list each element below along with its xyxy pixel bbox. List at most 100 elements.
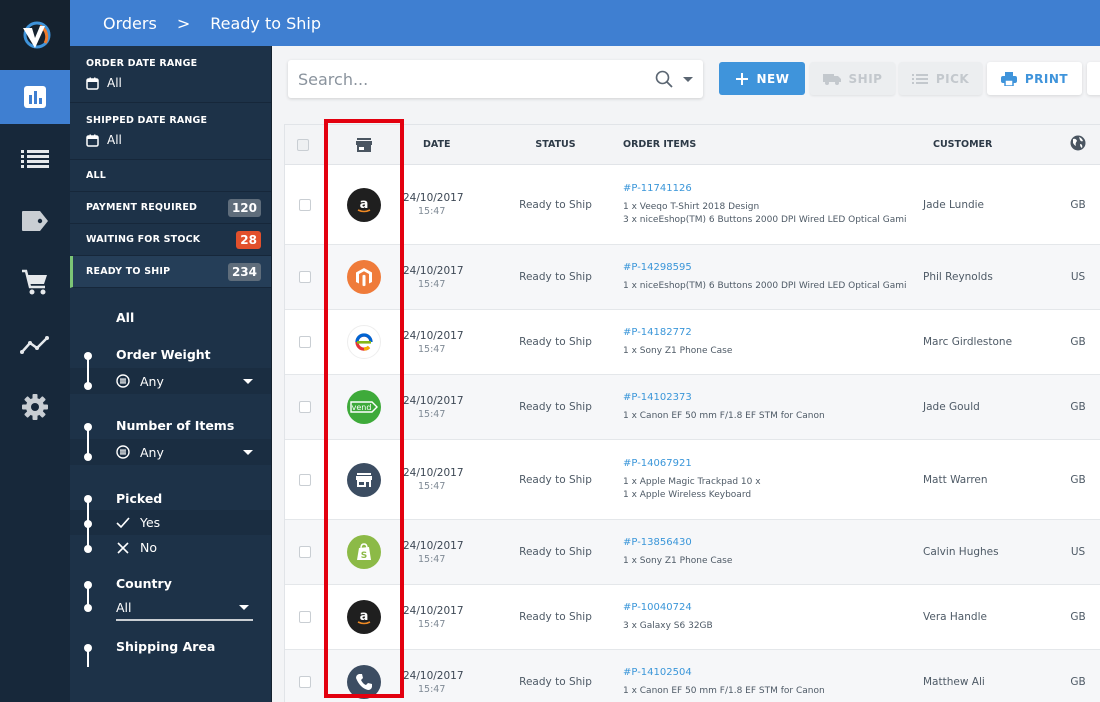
- country-code: GB: [1070, 611, 1086, 623]
- rail-products[interactable]: [0, 190, 70, 252]
- icon-rail: [0, 0, 70, 702]
- customer-name[interactable]: Vera Handle: [923, 611, 1063, 623]
- number-of-items-select[interactable]: Any: [70, 439, 271, 465]
- order-item-line: 1 x Canon EF 50 mm F/1.8 EF STM for Cano…: [623, 410, 825, 421]
- status-filter-payment-required[interactable]: PAYMENT REQUIRED 120: [70, 192, 271, 224]
- order-id-link[interactable]: #P-11741126: [623, 183, 923, 194]
- customer-column-header[interactable]: CUSTOMER: [923, 139, 1063, 150]
- rail-reports[interactable]: [0, 314, 70, 376]
- status-column-header[interactable]: STATUS: [498, 139, 613, 150]
- item-list: 1 x niceEshop(TM) 6 Buttons 2000 DPI Wir…: [623, 280, 923, 293]
- count-badge: 234: [227, 262, 261, 281]
- customer-name[interactable]: Jade Lundie: [923, 199, 1063, 211]
- customer-name[interactable]: Marc Girdlestone: [923, 336, 1063, 348]
- table-row[interactable]: vend 24/10/2017 15:47 Ready to Ship #P-1…: [285, 375, 1100, 440]
- order-id-link[interactable]: #P-14298595: [623, 262, 923, 273]
- row-checkbox[interactable]: [299, 271, 311, 283]
- order-date-range-filter[interactable]: ORDER DATE RANGE All: [70, 46, 271, 103]
- order-items-column-header[interactable]: ORDER ITEMS: [613, 139, 923, 150]
- count-badge: 28: [236, 230, 261, 249]
- count-badge: 120: [227, 198, 261, 217]
- tag-icon: [22, 211, 48, 231]
- date-column-header[interactable]: DATE: [403, 139, 498, 150]
- veeqo-logo[interactable]: [0, 0, 70, 70]
- order-items: #P-14182772 1 x Sony Z1 Phone Case: [613, 327, 923, 358]
- order-id-link[interactable]: #P-14102504: [623, 667, 923, 678]
- range-dot: [84, 382, 92, 390]
- select-all[interactable]: [285, 138, 325, 151]
- date-value: 24/10/2017: [403, 264, 464, 277]
- date-value: 24/10/2017: [403, 467, 464, 479]
- all-filter[interactable]: All: [70, 310, 271, 325]
- order-date: 24/10/2017 15:47: [403, 540, 498, 565]
- customer-name[interactable]: Matthew Ali: [923, 676, 1063, 688]
- order-date: 24/10/2017 15:47: [403, 670, 498, 695]
- svg-text:vend: vend: [352, 403, 372, 412]
- bar-chart-icon: [24, 86, 46, 108]
- shipped-date-range-filter[interactable]: SHIPPED DATE RANGE All: [70, 103, 271, 160]
- row-checkbox[interactable]: [299, 401, 311, 413]
- table-row[interactable]: 24/10/2017 15:47 Ready to Ship #P-140679…: [285, 440, 1100, 520]
- trend-line-icon: [20, 336, 49, 354]
- range-line: [87, 647, 89, 667]
- date-value: 24/10/2017: [403, 539, 464, 552]
- breadcrumb-orders[interactable]: Orders: [103, 14, 157, 33]
- phone-channel-icon: [347, 665, 381, 699]
- order-id-link[interactable]: #P-14182772: [623, 327, 923, 338]
- channel-column-header[interactable]: [325, 137, 403, 152]
- item-list: 1 x Canon EF 50 mm F/1.8 EF STM for Cano…: [623, 410, 923, 423]
- print-button-label: PRINT: [1024, 71, 1069, 86]
- order-id-link[interactable]: #P-14102373: [623, 392, 923, 403]
- row-checkbox[interactable]: [299, 336, 311, 348]
- table-row[interactable]: S 24/10/2017 15:47 Ready to Ship #P-1385…: [285, 520, 1100, 585]
- customer-name[interactable]: Calvin Hughes: [923, 546, 1063, 558]
- country-select[interactable]: All: [116, 595, 253, 621]
- rail-purchasing[interactable]: [0, 252, 70, 314]
- order-id-link[interactable]: #P-10040724: [623, 602, 923, 613]
- more-actions-button[interactable]: [1087, 62, 1100, 95]
- item-list: 1 x Canon EF 50 mm F/1.8 EF STM for Cano…: [623, 685, 923, 698]
- country-code: GB: [1070, 473, 1086, 486]
- country-column-header[interactable]: [1063, 135, 1093, 154]
- rail-orders[interactable]: [0, 128, 70, 190]
- row-checkbox[interactable]: [299, 546, 311, 558]
- status-filter-ready-to-ship[interactable]: READY TO SHIP 234: [70, 256, 271, 288]
- table-row[interactable]: a 24/10/2017 15:47 Ready to Ship #P-1004…: [285, 585, 1100, 650]
- order-weight-select[interactable]: Any: [70, 368, 271, 394]
- order-id-link[interactable]: #P-14067921: [623, 458, 923, 469]
- table-row[interactable]: 24/10/2017 15:47 Ready to Ship #P-141025…: [285, 650, 1100, 702]
- search-input[interactable]: [298, 69, 655, 89]
- order-id-link[interactable]: #P-13856430: [623, 537, 923, 548]
- status-filter-all[interactable]: ALL: [70, 160, 271, 192]
- rail-dashboard[interactable]: [0, 70, 70, 124]
- table-header: DATE STATUS ORDER ITEMS CUSTOMER: [285, 125, 1100, 165]
- order-item-line: 1 x Veeqo T-Shirt 2018 Design: [623, 202, 760, 212]
- chevron-down-icon: [243, 449, 253, 455]
- customer-name[interactable]: Matt Warren: [923, 474, 1063, 486]
- picked-option-no[interactable]: No: [116, 535, 271, 560]
- table-row[interactable]: 24/10/2017 15:47 Ready to Ship #P-142985…: [285, 245, 1100, 310]
- row-checkbox[interactable]: [299, 676, 311, 688]
- new-order-button[interactable]: NEW: [719, 62, 805, 95]
- vend-channel-icon: vend: [347, 390, 381, 424]
- row-checkbox[interactable]: [299, 611, 311, 623]
- customer-name[interactable]: Jade Gould: [923, 401, 1063, 413]
- status-filter-waiting-for-stock[interactable]: WAITING FOR STOCK 28: [70, 224, 271, 256]
- customer-name[interactable]: Phil Reynolds: [923, 271, 1063, 283]
- row-checkbox[interactable]: [299, 198, 311, 211]
- select-all-checkbox[interactable]: [297, 138, 309, 151]
- table-row[interactable]: 24/10/2017 15:47 Ready to Ship #P-141827…: [285, 310, 1100, 375]
- print-button[interactable]: PRINT: [987, 62, 1082, 95]
- row-checkbox[interactable]: [299, 473, 311, 486]
- pick-button[interactable]: PICK: [899, 62, 982, 95]
- table-row[interactable]: a 24/10/2017 15:47 Ready to Ship #P-1174…: [285, 165, 1100, 245]
- breadcrumb: Orders > Ready to Ship: [70, 0, 1100, 46]
- number-of-items-value: Any: [140, 444, 164, 460]
- order-item-line: 3 x niceEshop(TM) 6 Buttons 2000 DPI Wir…: [623, 214, 907, 225]
- ship-button[interactable]: SHIP: [810, 62, 895, 95]
- rail-settings[interactable]: [0, 376, 70, 438]
- order-status: Ready to Ship: [519, 676, 592, 688]
- search-options-chevron-icon[interactable]: [683, 76, 693, 82]
- search-icon[interactable]: [655, 70, 673, 88]
- picked-option-yes[interactable]: Yes: [70, 510, 271, 535]
